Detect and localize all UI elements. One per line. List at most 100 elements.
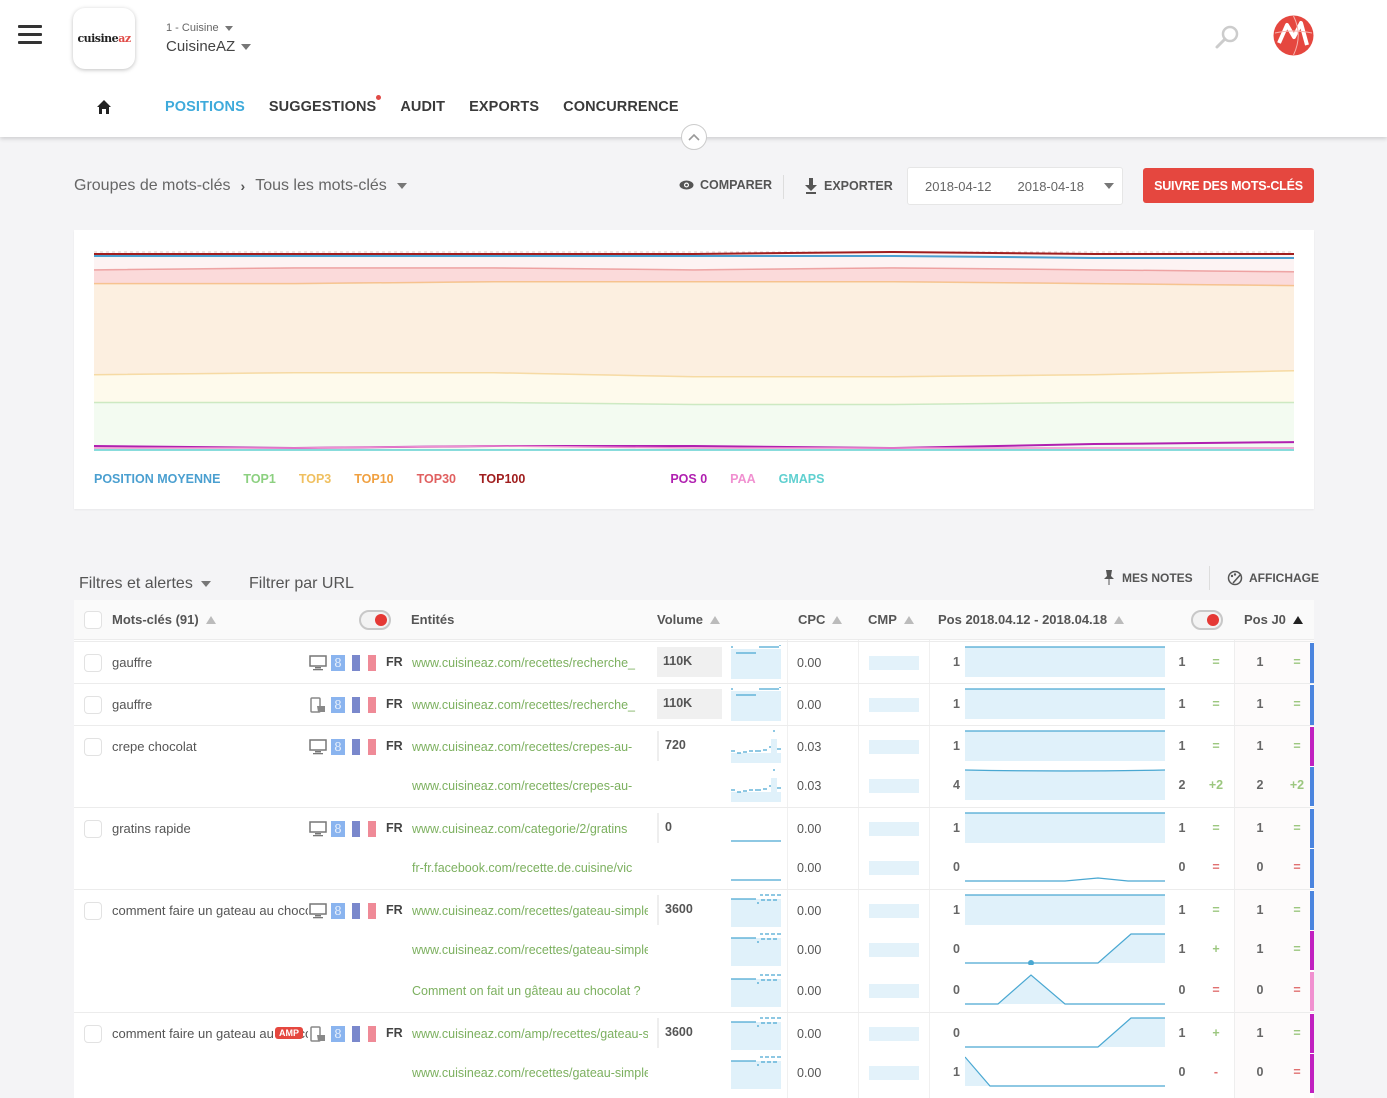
- keyword[interactable]: crepe chocolat: [112, 739, 308, 754]
- legend-item-pos-0[interactable]: POS 0: [670, 472, 707, 486]
- position-history-chart: [965, 894, 1165, 925]
- ranking-url[interactable]: Comment on fait un gâteau au chocolat ?: [412, 984, 648, 998]
- tab-audit[interactable]: AUDIT: [400, 99, 445, 115]
- entities-toggle[interactable]: [359, 610, 391, 630]
- tab-exports[interactable]: EXPORTS: [469, 99, 539, 115]
- logo-text: cuisine: [77, 32, 119, 45]
- row-checkbox[interactable]: [84, 654, 102, 672]
- legend-item-position-moyenne[interactable]: POSITION MOYENNE: [94, 472, 220, 486]
- position-start: 1: [953, 1065, 960, 1079]
- result-type-tag: [1310, 972, 1314, 1011]
- header-positions[interactable]: Pos 2018.04.12 - 2018.04.18: [938, 612, 1125, 627]
- row-checkbox[interactable]: [84, 902, 102, 920]
- home-icon[interactable]: [95, 98, 113, 116]
- table-subrow: www.cuisineaz.com/recettes/gateau-simple…: [74, 930, 1314, 971]
- legend-item-gmaps[interactable]: GMAPS: [779, 472, 825, 486]
- cmp-bar: [869, 943, 919, 957]
- ranking-url[interactable]: www.cuisineaz.com/recettes/recherche_: [412, 656, 648, 670]
- row-checkbox[interactable]: [84, 820, 102, 838]
- cpc-value: 0.00: [797, 984, 822, 998]
- header-volume[interactable]: Volume: [657, 612, 720, 627]
- export-button[interactable]: EXPORTER: [805, 178, 893, 194]
- url-filter-input[interactable]: Filtrer par URL: [249, 575, 354, 593]
- legend-item-top10[interactable]: TOP10: [354, 472, 393, 486]
- breadcrumb-root[interactable]: Groupes de mots-clés: [74, 177, 231, 195]
- breadcrumb-current[interactable]: Tous les mots-clés: [255, 177, 407, 195]
- collapse-header-button[interactable]: [681, 124, 707, 150]
- position-end: 1: [1178, 821, 1186, 835]
- compare-button[interactable]: COMPARER: [679, 178, 772, 192]
- keyword[interactable]: gauffre: [112, 655, 308, 670]
- ranking-url[interactable]: www.cuisineaz.com/recettes/recherche_: [412, 698, 648, 712]
- tab-suggestions[interactable]: SUGGESTIONS: [268, 95, 382, 115]
- mobile-icon: [310, 697, 325, 713]
- google-icon: 8: [331, 697, 345, 713]
- select-all-checkbox[interactable]: [84, 611, 102, 629]
- search-volume: 0: [657, 813, 722, 843]
- site-selector[interactable]: CuisineAZ: [166, 38, 252, 55]
- legend-item-paa[interactable]: PAA: [730, 472, 755, 486]
- flag-blue-icon: [352, 655, 360, 671]
- tab-label: SUGGESTIONS: [268, 99, 377, 115]
- search-icon[interactable]: [1214, 24, 1240, 50]
- flag-blue-icon: [352, 1026, 360, 1042]
- tab-concurrence[interactable]: CONCURRENCE: [563, 99, 679, 115]
- menu-icon[interactable]: [18, 25, 42, 45]
- legend-item-top3[interactable]: TOP3: [299, 472, 331, 486]
- ranking-url[interactable]: www.cuisineaz.com/recettes/crepes-au-: [412, 779, 648, 793]
- date-range-picker[interactable]: 2018-04-12 2018-04-18: [907, 167, 1123, 205]
- pos-j0-value: 1: [1256, 821, 1264, 835]
- keyword-settings-icons: 8: [309, 697, 376, 713]
- tab-positions[interactable]: POSITIONS: [165, 99, 245, 115]
- ranking-url[interactable]: www.cuisineaz.com/recettes/crepes-au-: [412, 740, 648, 754]
- row-checkbox[interactable]: [84, 1025, 102, 1043]
- ranking-url[interactable]: fr-fr.facebook.com/recette.de.cuisine/vi…: [412, 861, 648, 875]
- header-pos-j0[interactable]: Pos J0: [1244, 612, 1303, 627]
- filters-dropdown[interactable]: Filtres et alertes: [79, 575, 211, 593]
- keyword[interactable]: gratins rapide: [112, 821, 308, 836]
- cmp-bar: [869, 861, 919, 875]
- project-selector[interactable]: 1 - Cuisine: [166, 22, 233, 34]
- legend-item-top30[interactable]: TOP30: [417, 472, 456, 486]
- volume-sparkline: [731, 730, 781, 763]
- pos-j0-delta: =: [1293, 1065, 1301, 1079]
- positions-toggle[interactable]: [1191, 610, 1223, 630]
- header-cmp[interactable]: CMP: [868, 612, 914, 627]
- amp-badge: AMP: [275, 1027, 303, 1039]
- follow-keywords-button[interactable]: SUIVRE DES MOTS-CLÉS: [1143, 168, 1314, 203]
- site-logo[interactable]: cuisine az: [73, 8, 135, 69]
- legend-item-top1[interactable]: TOP1: [243, 472, 275, 486]
- header-keywords[interactable]: Mots-clés (91): [112, 612, 216, 627]
- position-start: 1: [953, 655, 960, 669]
- row-checkbox[interactable]: [84, 738, 102, 756]
- header-entities[interactable]: Entités: [411, 612, 454, 627]
- table-subrow: www.cuisineaz.com/recettes/gateau-simple…: [74, 1053, 1314, 1094]
- header-cpc[interactable]: CPC: [798, 612, 843, 627]
- display-settings-button[interactable]: AFFICHAGE: [1227, 570, 1319, 586]
- flag-blue-icon: [352, 697, 360, 713]
- ranking-url[interactable]: www.cuisineaz.com/amp/recettes/gateau-si…: [412, 1027, 648, 1041]
- keyword[interactable]: gauffre: [112, 697, 308, 712]
- ranking-url[interactable]: www.cuisineaz.com/categorie/2/gratins: [412, 822, 648, 836]
- ranking-url[interactable]: www.cuisineaz.com/recettes/gateau-simple: [412, 904, 648, 918]
- google-icon: 8: [331, 821, 345, 837]
- keyword-settings-icons: 8: [309, 655, 376, 671]
- date-start: 2018-04-12: [925, 178, 992, 194]
- pos-j0-value: 0: [1256, 860, 1264, 874]
- ranking-url[interactable]: www.cuisineaz.com/recettes/gateau-simple: [412, 1066, 648, 1080]
- position-history-chart: [965, 769, 1165, 800]
- my-notes-button[interactable]: MES NOTES: [1104, 570, 1193, 586]
- pin-icon: [1104, 570, 1114, 585]
- pos-j0-delta: =: [1293, 942, 1301, 956]
- position-start: 0: [953, 983, 960, 997]
- pos-j0-delta: =: [1293, 903, 1301, 917]
- table-row: gauffre 8 FR www.cuisineaz.com/recettes/rec…: [74, 683, 1314, 725]
- row-checkbox[interactable]: [84, 696, 102, 714]
- display-label: AFFICHAGE: [1249, 571, 1319, 585]
- brand-globe-icon[interactable]: [1273, 15, 1314, 56]
- ranking-url[interactable]: www.cuisineaz.com/recettes/gateau-simple: [412, 943, 648, 957]
- position-end: 1: [1178, 739, 1186, 753]
- positions-chart-card: POSITION MOYENNE TOP1 TOP3 TOP10 TOP30 TOP100…: [74, 230, 1314, 509]
- keyword[interactable]: comment faire un gateau au chocolat: [112, 903, 308, 918]
- legend-item-top100[interactable]: TOP100: [479, 472, 525, 486]
